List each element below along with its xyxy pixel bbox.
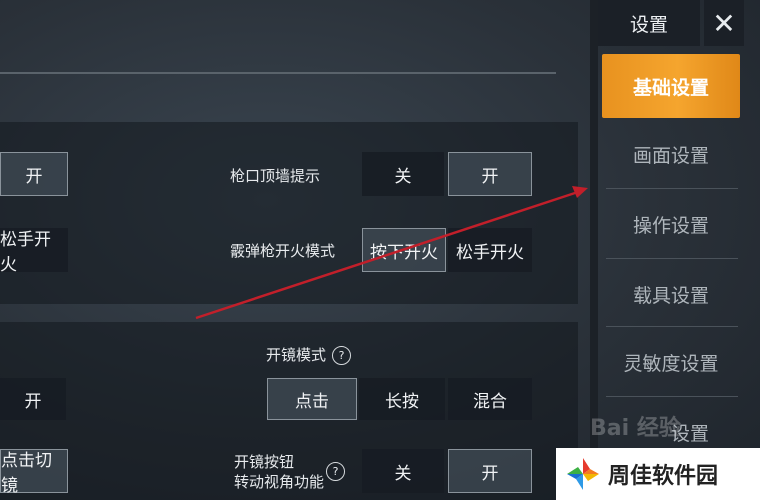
site-brand-badge: 周佳软件园	[556, 448, 760, 500]
brand-name: 周佳软件园	[608, 464, 719, 489]
baidu-watermark: Bai 经验	[590, 416, 681, 441]
brand-logo-icon	[567, 458, 599, 490]
